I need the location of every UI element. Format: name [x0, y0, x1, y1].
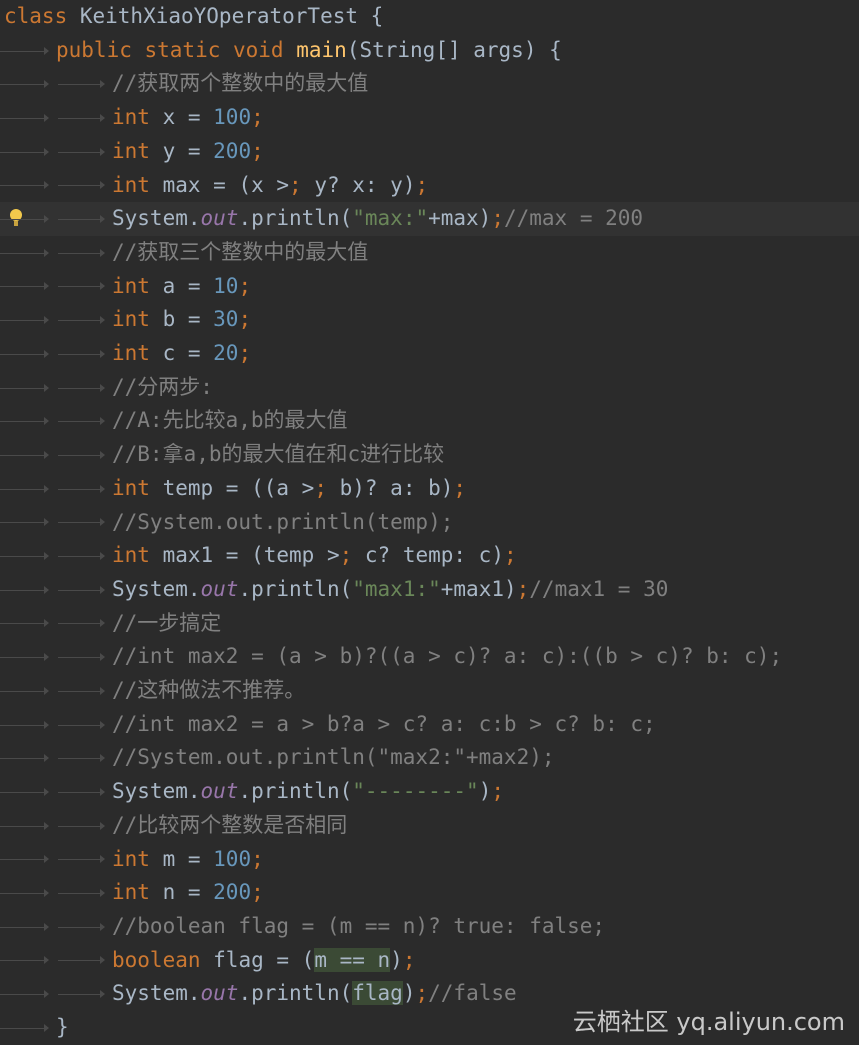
- code-line[interactable]: //int max2 = a > b?a > c? a: c:b > c? b:…: [0, 708, 859, 742]
- indent-guide: [0, 889, 49, 898]
- indent-guide: [0, 552, 49, 561]
- indent-guide: [58, 821, 105, 830]
- code-line[interactable]: System.out.println("max:"+max);//max = 2…: [0, 202, 859, 236]
- code-line[interactable]: //boolean flag = (m == n)? true: false;: [0, 910, 859, 944]
- indent-guide: [0, 215, 49, 224]
- indent-guide: [0, 349, 49, 358]
- code-editor[interactable]: class KeithXiaoYOperatorTest {public sta…: [0, 0, 859, 1045]
- indent-guide: [58, 80, 105, 89]
- indent-guide: [0, 653, 49, 662]
- indent-guide: [0, 80, 49, 89]
- code-line[interactable]: System.out.println("--------");: [0, 775, 859, 809]
- indent-guide: [0, 46, 49, 55]
- indent-guide: [0, 855, 49, 864]
- indent-guide: [58, 686, 105, 695]
- indent-guide: [0, 787, 49, 796]
- indent-guide: [58, 990, 105, 999]
- indent-guide: [0, 754, 49, 763]
- indent-guide: [0, 316, 49, 325]
- code-line-main[interactable]: public static void main(String[] args) {: [0, 34, 859, 68]
- code-line[interactable]: int a = 10;: [0, 270, 859, 304]
- code-line[interactable]: //System.out.println("max2:"+max2);: [0, 741, 859, 775]
- code-line[interactable]: int temp = ((a >; b)? a: b);: [0, 472, 859, 506]
- indent-guide: [58, 282, 105, 291]
- indent-guide: [58, 248, 105, 257]
- indent-guide: [0, 484, 49, 493]
- indent-guide: [0, 619, 49, 628]
- indent-guide: [0, 248, 49, 257]
- code-line[interactable]: int n = 200;: [0, 876, 859, 910]
- indent-guide: [58, 417, 105, 426]
- indent-guide: [0, 383, 49, 392]
- indent-guide: [58, 754, 105, 763]
- indent-guide: [58, 181, 105, 190]
- indent-guide: [58, 720, 105, 729]
- indent-guide: [58, 147, 105, 156]
- indent-guide: [58, 518, 105, 527]
- indent-guide: [0, 113, 49, 122]
- code-line[interactable]: //B:拿a,b的最大值在和c进行比较: [0, 438, 859, 472]
- indent-guide: [0, 956, 49, 965]
- indent-guide: [58, 316, 105, 325]
- indent-guide: [58, 956, 105, 965]
- indent-guide: [58, 215, 105, 224]
- indent-guide: [58, 855, 105, 864]
- indent-guide: [58, 450, 105, 459]
- code-line[interactable]: int m = 100;: [0, 843, 859, 877]
- code-line[interactable]: System.out.println("max1:"+max1);//max1 …: [0, 573, 859, 607]
- indent-guide: [58, 585, 105, 594]
- indent-guide: [0, 518, 49, 527]
- code-line[interactable]: //System.out.println(temp);: [0, 506, 859, 540]
- indent-guide: [58, 484, 105, 493]
- indent-guide: [58, 349, 105, 358]
- code-line[interactable]: //一步搞定: [0, 607, 859, 641]
- code-line[interactable]: boolean flag = (m == n);: [0, 944, 859, 978]
- indent-guide: [0, 821, 49, 830]
- code-line[interactable]: //获取三个整数中的最大值: [0, 236, 859, 270]
- indent-guide: [58, 383, 105, 392]
- indent-guide: [58, 922, 105, 931]
- indent-guide: [58, 619, 105, 628]
- indent-guide: [0, 282, 49, 291]
- indent-guide: [0, 686, 49, 695]
- code-line[interactable]: int max = (x >; y? x: y);: [0, 169, 859, 203]
- indent-guide: [0, 417, 49, 426]
- code-line-class[interactable]: class KeithXiaoYOperatorTest {: [0, 0, 859, 34]
- indent-guide: [58, 552, 105, 561]
- code-line[interactable]: //这种做法不推荐。: [0, 674, 859, 708]
- indent-guide: [0, 585, 49, 594]
- indent-guide: [0, 990, 49, 999]
- code-line[interactable]: //int max2 = (a > b)?((a > c)? a: c):((b…: [0, 640, 859, 674]
- indent-guide: [0, 922, 49, 931]
- code-line[interactable]: //分两步:: [0, 371, 859, 405]
- code-line[interactable]: //比较两个整数是否相同: [0, 809, 859, 843]
- code-line[interactable]: int y = 200;: [0, 135, 859, 169]
- code-line[interactable]: //获取两个整数中的最大值: [0, 67, 859, 101]
- indent-guide: [58, 787, 105, 796]
- code-line[interactable]: int max1 = (temp >; c? temp: c);: [0, 539, 859, 573]
- indent-guide: [58, 113, 105, 122]
- indent-guide: [0, 181, 49, 190]
- indent-guide: [0, 1023, 49, 1032]
- watermark: 云栖社区 yq.aliyun.com: [572, 1008, 845, 1036]
- indent-guide: [0, 720, 49, 729]
- indent-guide: [58, 653, 105, 662]
- code-line[interactable]: int x = 100;: [0, 101, 859, 135]
- indent-guide: [0, 450, 49, 459]
- code-line[interactable]: int c = 20;: [0, 337, 859, 371]
- code-line[interactable]: int b = 30;: [0, 303, 859, 337]
- code-line[interactable]: //A:先比较a,b的最大值: [0, 404, 859, 438]
- indent-guide: [58, 889, 105, 898]
- indent-guide: [0, 147, 49, 156]
